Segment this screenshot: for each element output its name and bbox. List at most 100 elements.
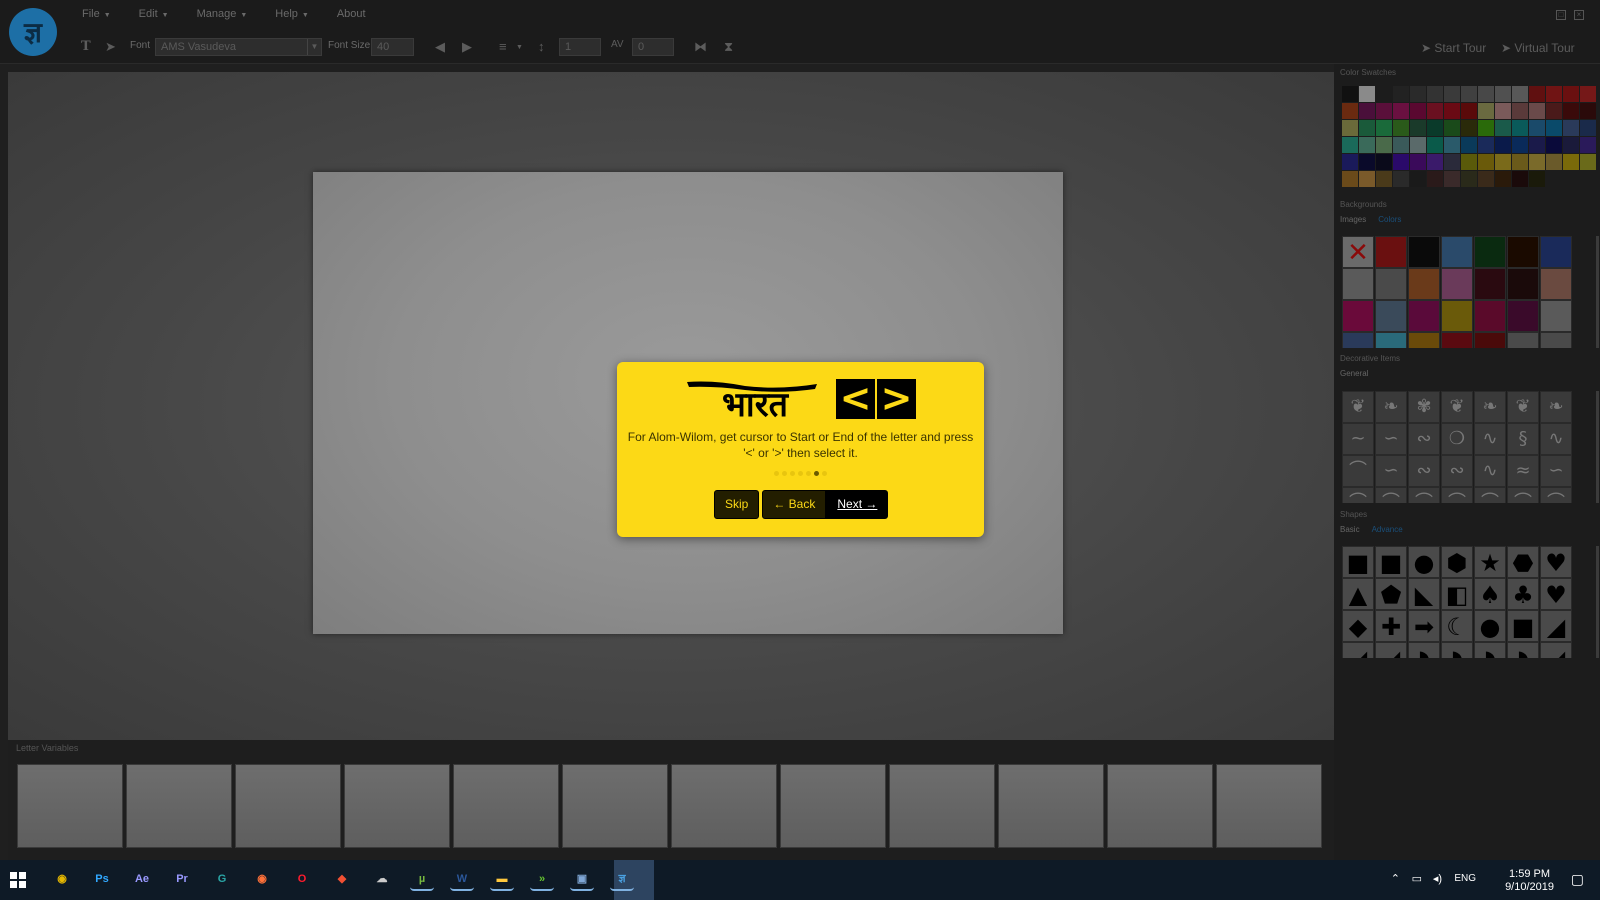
premiere-icon[interactable]: Pr [170,867,194,891]
color-swatch[interactable] [1376,120,1392,136]
shape-tile[interactable]: ● [1408,546,1440,578]
shape-tile[interactable]: ◆ [1342,610,1374,642]
opera-icon[interactable]: O [290,867,314,891]
tab-basic[interactable]: Basic [1340,525,1360,534]
color-swatch[interactable] [1393,137,1409,153]
shape-tile[interactable]: ◗ [1507,642,1539,658]
background-tile[interactable] [1540,332,1572,348]
menu-file[interactable]: File ▼ [82,8,111,20]
letter-variable-slot[interactable] [235,764,341,848]
shape-tile[interactable]: ■ [1375,546,1407,578]
decorative-item-tile[interactable]: ❧ [1474,391,1506,423]
firefox-icon[interactable]: ◉ [250,867,274,891]
app-photos-icon[interactable]: ▣ [570,867,594,891]
color-swatch[interactable] [1376,171,1392,187]
skip-button[interactable]: Skip [714,490,760,519]
volume-icon[interactable]: ◂) [1433,872,1442,885]
color-swatch[interactable] [1512,86,1528,102]
color-swatch[interactable] [1342,86,1358,102]
letter-variable-slot[interactable] [998,764,1104,848]
font-size-input[interactable]: 40 [371,38,414,56]
background-tile[interactable] [1441,300,1473,332]
background-tile[interactable] [1375,236,1407,268]
shape-tile[interactable]: ⬣ [1507,546,1539,578]
decorative-item-tile[interactable]: § [1507,423,1539,455]
color-swatch[interactable] [1427,86,1443,102]
color-swatch[interactable] [1512,103,1528,119]
color-swatch[interactable] [1461,154,1477,170]
background-tile[interactable] [1507,300,1539,332]
virtual-tour-button[interactable]: ➤ Virtual Tour [1501,41,1575,55]
color-swatch[interactable] [1495,154,1511,170]
align-dropdown-icon[interactable]: ▼ [516,44,523,51]
letter-variable-slot[interactable] [562,764,668,848]
color-swatch[interactable] [1427,154,1443,170]
color-swatch[interactable] [1393,154,1409,170]
color-swatch[interactable] [1410,154,1426,170]
align-icon[interactable]: ≡ [499,39,507,54]
shape-tile[interactable]: ◗ [1441,642,1473,658]
app-chevron-icon[interactable]: » [530,867,554,891]
after-effects-icon[interactable]: Ae [130,867,154,891]
color-swatch[interactable] [1512,137,1528,153]
color-swatch[interactable] [1342,103,1358,119]
menu-manage[interactable]: Manage ▼ [197,8,248,20]
color-swatch[interactable] [1342,154,1358,170]
decorative-item-tile[interactable]: ⌒ [1342,455,1374,487]
decorative-item-tile[interactable]: ~ [1342,423,1374,455]
color-swatch[interactable] [1580,103,1596,119]
pointer-tool-icon[interactable]: ➤ [105,39,116,55]
color-swatch[interactable] [1410,103,1426,119]
background-tile[interactable] [1375,268,1407,300]
tab-advance[interactable]: Advance [1372,525,1403,534]
background-tile[interactable] [1507,268,1539,300]
app-bharat-icon[interactable]: ज्ञ [610,867,634,891]
letter-variable-slot[interactable] [1107,764,1213,848]
shape-tile[interactable]: ⬢ [1441,546,1473,578]
decorative-item-tile[interactable]: ≈ [1507,455,1539,487]
color-swatch[interactable] [1359,120,1375,136]
color-swatch[interactable] [1495,120,1511,136]
color-swatch[interactable] [1427,137,1443,153]
color-swatch[interactable] [1546,103,1562,119]
shape-tile[interactable]: ⬟ [1375,578,1407,610]
color-swatch[interactable] [1393,103,1409,119]
background-tile[interactable] [1408,332,1440,348]
color-swatch[interactable] [1342,120,1358,136]
background-tile[interactable] [1474,300,1506,332]
shape-tile[interactable]: ● [1474,610,1506,642]
color-swatch[interactable] [1529,120,1545,136]
color-swatch[interactable] [1563,120,1579,136]
tab-colors[interactable]: Colors [1378,215,1401,224]
color-swatch[interactable] [1563,137,1579,153]
notifications-icon[interactable]: ▢ [1571,871,1584,888]
color-swatch[interactable] [1546,120,1562,136]
background-tile[interactable] [1441,332,1473,348]
shape-tile[interactable]: ■ [1507,610,1539,642]
file-explorer-icon[interactable]: ▬ [490,867,514,891]
language-indicator[interactable]: ENG [1454,873,1476,884]
decorative-item-tile[interactable]: ⌒ [1408,487,1440,503]
color-swatch[interactable] [1512,171,1528,187]
color-swatch[interactable] [1461,103,1477,119]
color-swatch[interactable] [1461,171,1477,187]
color-swatch[interactable] [1410,137,1426,153]
next-icon[interactable]: ▶ [462,39,472,55]
color-swatch[interactable] [1376,103,1392,119]
decorative-scrollbar[interactable] [1596,391,1599,503]
color-swatch[interactable] [1444,154,1460,170]
color-swatch[interactable] [1512,154,1528,170]
color-swatch[interactable] [1376,137,1392,153]
background-tile[interactable] [1375,332,1407,348]
color-swatch[interactable] [1580,137,1596,153]
clock[interactable]: 1:59 PM 9/10/2019 [1505,868,1554,894]
background-tile[interactable] [1375,300,1407,332]
decorative-item-tile[interactable]: ∿ [1474,423,1506,455]
chrome-icon[interactable]: ◉ [50,867,74,891]
decorative-item-tile[interactable]: ❦ [1342,391,1374,423]
background-tile[interactable] [1540,268,1572,300]
background-tile[interactable] [1540,236,1572,268]
decorative-item-tile[interactable]: ❦ [1507,391,1539,423]
decorative-item-tile[interactable]: ∾ [1408,455,1440,487]
color-swatch[interactable] [1444,171,1460,187]
